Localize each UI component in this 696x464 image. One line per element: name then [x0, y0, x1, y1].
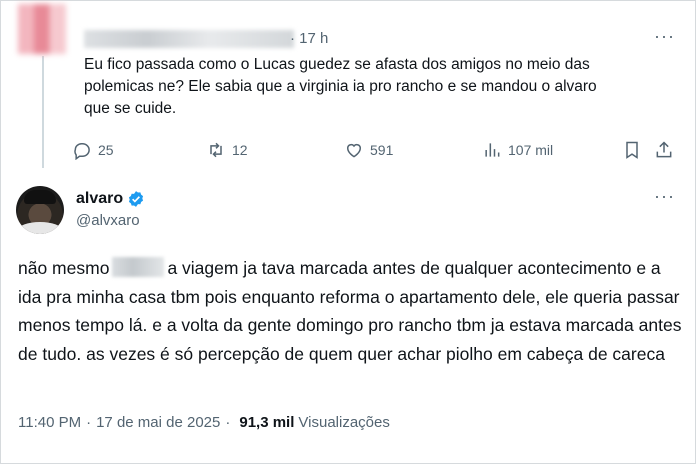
- reply-icon: [74, 143, 90, 160]
- author-handle[interactable]: @alvxaro: [76, 212, 140, 229]
- parent-avatar-blurred[interactable]: [18, 4, 66, 54]
- views-button[interactable]: 107 mil: [482, 140, 553, 160]
- views-label: Visualizações: [298, 414, 390, 431]
- share-icon: [656, 141, 672, 158]
- parent-text-line: Eu fico passada como o Lucas guedez se a…: [84, 56, 590, 73]
- parent-timestamp[interactable]: · 17 h: [290, 30, 328, 47]
- tweet-metadata: 11:40 PM · 17 de mai de 2025 · 91,3 mil …: [18, 414, 390, 431]
- parent-text-line: polemicas ne? Ele sabia que a virginia i…: [84, 78, 597, 95]
- thread-connector-line: [42, 56, 44, 168]
- repost-count: 12: [232, 142, 248, 158]
- tweet-time[interactable]: 11:40 PM: [18, 414, 81, 431]
- parent-author-name-blurred[interactable]: [84, 30, 294, 48]
- heart-icon: [347, 143, 361, 158]
- tweet-date[interactable]: 17 de mai de 2025: [96, 414, 220, 431]
- author-name[interactable]: alvaro: [76, 190, 145, 208]
- parent-more-options-icon[interactable]: ···: [654, 26, 675, 47]
- reply-tweet-text: não mesmo a viagem ja tava marcada antes …: [18, 254, 688, 368]
- reply-more-options-icon[interactable]: ···: [654, 186, 675, 207]
- repost-icon: [210, 142, 222, 158]
- views-count: 107 mil: [508, 142, 554, 158]
- reply-text-start: não mesmo: [18, 258, 110, 278]
- parent-text-line: que se cuide.: [84, 100, 177, 117]
- reply-button[interactable]: 25: [72, 140, 114, 160]
- meta-separator: ·: [225, 414, 231, 431]
- author-name-text: alvaro: [76, 190, 124, 207]
- parent-tweet-text: Eu fico passada como o Lucas guedez se a…: [84, 54, 664, 120]
- parent-action-bar: 25 12 591 107 mil: [72, 140, 682, 164]
- avatar-cap: [24, 190, 56, 204]
- reply-count: 25: [98, 142, 114, 158]
- verified-badge-icon: [129, 191, 144, 207]
- views-bar-chart-icon: [485, 143, 500, 157]
- avatar-shirt: [18, 222, 62, 234]
- like-button[interactable]: 591: [344, 140, 393, 160]
- author-avatar[interactable]: [16, 186, 64, 234]
- like-count: 591: [370, 142, 394, 158]
- views-total: 91,3 mil: [239, 414, 295, 431]
- repost-button[interactable]: 12: [206, 140, 248, 160]
- bookmark-icon: [626, 141, 638, 159]
- meta-separator: ·: [86, 414, 92, 431]
- bookmark-button[interactable]: [622, 140, 648, 160]
- share-button[interactable]: [654, 140, 680, 160]
- blurred-mention: [112, 257, 165, 277]
